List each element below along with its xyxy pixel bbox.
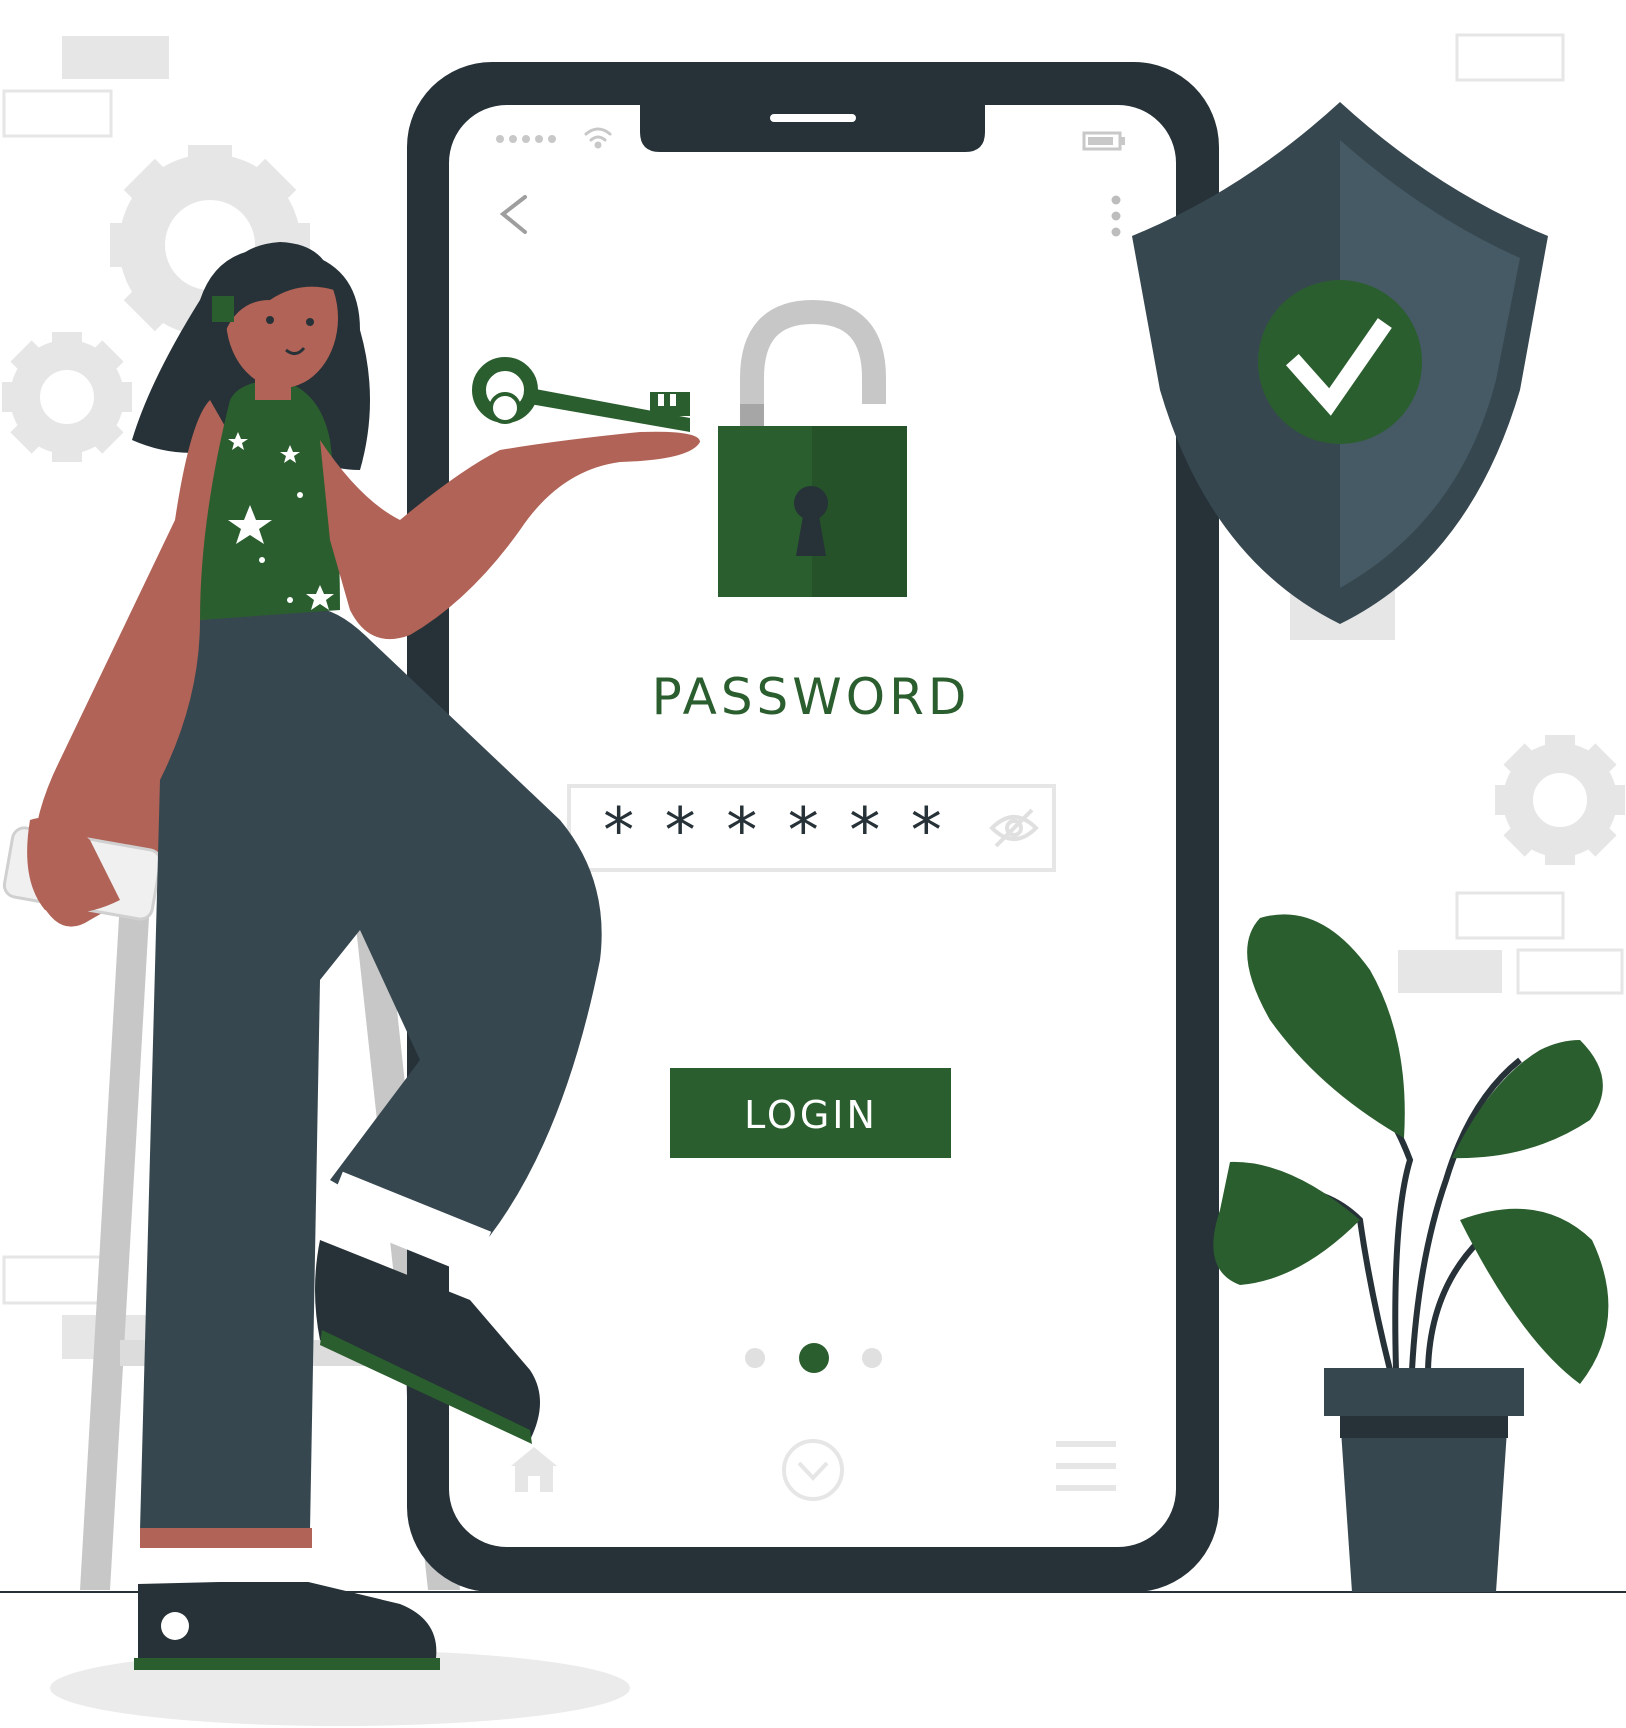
login-button-label: LOGIN bbox=[744, 1093, 878, 1137]
speaker-grille bbox=[770, 114, 856, 122]
illustration-canvas: PASSWORD ****** LOGIN bbox=[0, 0, 1626, 1728]
more-vertical-icon[interactable] bbox=[1111, 195, 1121, 237]
plant-icon bbox=[1213, 914, 1609, 1592]
password-field[interactable]: ****** bbox=[567, 784, 1056, 872]
carousel-dot-active[interactable] bbox=[799, 1343, 829, 1373]
carousel-dot[interactable] bbox=[862, 1348, 882, 1368]
password-heading: PASSWORD bbox=[652, 668, 971, 726]
gear-icon bbox=[2, 332, 132, 462]
carousel-dot[interactable] bbox=[745, 1348, 765, 1368]
login-button[interactable]: LOGIN bbox=[670, 1068, 951, 1158]
gear-icon bbox=[1495, 735, 1625, 865]
